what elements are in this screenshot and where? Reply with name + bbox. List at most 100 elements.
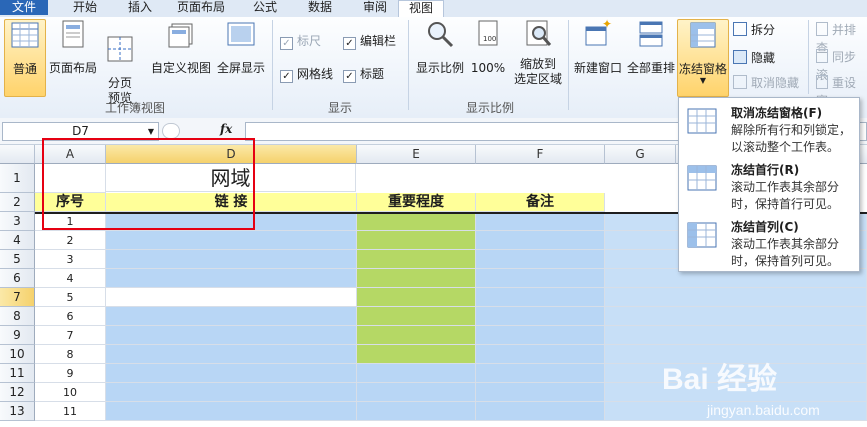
importance-cell[interactable] [357, 269, 476, 288]
tab-file[interactable]: 文件 [0, 0, 48, 15]
tab-home[interactable]: 开始 [60, 0, 110, 15]
formula-bar-handle-icon[interactable] [162, 123, 180, 139]
tab-page-layout[interactable]: 页面布局 [170, 0, 232, 15]
tab-view[interactable]: 视图 [398, 0, 444, 18]
remark-cell[interactable] [476, 269, 605, 288]
remark-cell[interactable] [476, 326, 605, 345]
hide-button[interactable]: 隐藏 [733, 49, 775, 67]
link-cell[interactable] [106, 364, 357, 383]
gridlines-checkbox[interactable]: ✓ 网格线 [280, 66, 333, 83]
row-header-13[interactable]: 13 [0, 402, 35, 421]
seq-cell[interactable]: 11 [35, 402, 106, 421]
importance-cell[interactable] [357, 288, 476, 307]
seq-cell[interactable]: 2 [35, 231, 106, 250]
seq-cell[interactable]: 8 [35, 345, 106, 364]
link-cell[interactable] [106, 288, 357, 307]
remark-cell[interactable] [476, 364, 605, 383]
custom-views-button[interactable]: 自定义视图 [150, 19, 212, 95]
custom-views-icon [168, 23, 193, 48]
unhide-button[interactable]: 取消隐藏 [733, 74, 799, 92]
insert-function-icon[interactable]: fx [220, 122, 232, 136]
menu-item-unfreeze[interactable]: 取消冻结窗格(F) 解除所有行和列锁定，以滚动整个工作表。 [679, 100, 859, 156]
split-button[interactable]: 拆分 [733, 21, 775, 39]
headings-checkbox[interactable]: ✓ 标题 [343, 66, 384, 83]
row-header-3[interactable]: 3 [0, 212, 35, 231]
importance-cell[interactable] [357, 307, 476, 326]
importance-cell[interactable] [357, 402, 476, 421]
row-header-12[interactable]: 12 [0, 383, 35, 402]
freeze-panes-button[interactable]: 冻结窗格 ▼ [677, 19, 729, 97]
row-header-8[interactable]: 8 [0, 307, 35, 326]
page-break-preview-button[interactable]: 分页 预览 [100, 19, 140, 105]
remark-cell[interactable] [476, 383, 605, 402]
seq-cell[interactable]: 3 [35, 250, 106, 269]
remark-cell[interactable] [476, 212, 605, 231]
seq-cell[interactable]: 10 [35, 383, 106, 402]
empty-cell[interactable] [605, 326, 867, 345]
link-cell[interactable] [106, 250, 357, 269]
importance-cell[interactable] [357, 212, 476, 231]
link-cell[interactable] [106, 307, 357, 326]
zoom-button[interactable]: 显示比例 [414, 19, 466, 95]
zoom-to-selection-button[interactable]: 缩放到 选定区域 [510, 19, 566, 95]
importance-cell[interactable] [357, 383, 476, 402]
ruler-checkbox[interactable]: ✓ 标尺 [280, 33, 321, 50]
remark-cell[interactable] [476, 402, 605, 421]
importance-cell[interactable] [357, 326, 476, 345]
importance-cell[interactable] [357, 364, 476, 383]
importance-cell[interactable] [357, 231, 476, 250]
header-remark-cell[interactable]: 备注 [476, 193, 605, 212]
link-cell[interactable] [106, 269, 357, 288]
remark-cell[interactable] [476, 345, 605, 364]
row-header-10[interactable]: 10 [0, 345, 35, 364]
seq-cell[interactable]: 6 [35, 307, 106, 326]
sync-scroll-button[interactable]: 同步滚 [816, 48, 867, 82]
remark-cell[interactable] [476, 307, 605, 326]
link-cell[interactable] [106, 326, 357, 345]
link-cell[interactable] [106, 383, 357, 402]
column-header-f[interactable]: F [476, 145, 605, 164]
column-header-e[interactable]: E [357, 145, 476, 164]
normal-view-button[interactable]: 普通 [4, 19, 46, 97]
row-header-6[interactable]: 6 [0, 269, 35, 288]
view-side-by-side-button[interactable]: 并排查 [816, 21, 867, 55]
sync-scroll-icon [816, 49, 828, 63]
remark-cell[interactable] [476, 288, 605, 307]
row-header-1[interactable]: 1 [0, 164, 35, 193]
zoom-100-button[interactable]: 100 100% [468, 19, 508, 95]
remark-cell[interactable] [476, 231, 605, 250]
new-window-button[interactable]: ✦ 新建窗口 [572, 17, 624, 95]
menu-item-freeze-first-column[interactable]: 冻结首列(C) 滚动工作表其余部分时，保持首列可见。 [679, 214, 859, 270]
link-cell[interactable] [106, 231, 357, 250]
menu-item-freeze-top-row[interactable]: 冻结首行(R) 滚动工作表其余部分时，保持首行可见。 [679, 157, 859, 213]
seq-cell[interactable]: 5 [35, 288, 106, 307]
tab-insert[interactable]: 插入 [115, 0, 165, 15]
row-header-2[interactable]: 2 [0, 193, 35, 212]
seq-cell[interactable]: 7 [35, 326, 106, 345]
row-header-11[interactable]: 11 [0, 364, 35, 383]
reset-window-button[interactable]: 重设窗 [816, 74, 867, 108]
full-screen-button[interactable]: 全屏显示 [214, 19, 268, 95]
empty-cell[interactable] [605, 307, 867, 326]
header-importance-cell[interactable]: 重要程度 [357, 193, 476, 212]
seq-cell[interactable]: 9 [35, 364, 106, 383]
column-header-g[interactable]: G [605, 145, 676, 164]
tab-formulas[interactable]: 公式 [240, 0, 290, 15]
tab-review[interactable]: 审阅 [350, 0, 400, 15]
formula-bar-checkbox[interactable]: ✓ 编辑栏 [343, 33, 396, 50]
row-header-4[interactable]: 4 [0, 231, 35, 250]
remark-cell[interactable] [476, 250, 605, 269]
select-all-corner[interactable] [0, 145, 35, 164]
row-header-7[interactable]: 7 [0, 288, 35, 307]
arrange-all-button[interactable]: 全部重排 [626, 19, 676, 95]
empty-cell[interactable] [605, 288, 867, 307]
tab-data[interactable]: 数据 [295, 0, 345, 15]
seq-cell[interactable]: 4 [35, 269, 106, 288]
row-header-5[interactable]: 5 [0, 250, 35, 269]
page-layout-view-button[interactable]: 页面布局 [48, 19, 98, 95]
row-header-9[interactable]: 9 [0, 326, 35, 345]
importance-cell[interactable] [357, 345, 476, 364]
link-cell[interactable] [106, 402, 357, 421]
importance-cell[interactable] [357, 250, 476, 269]
link-cell[interactable] [106, 345, 357, 364]
